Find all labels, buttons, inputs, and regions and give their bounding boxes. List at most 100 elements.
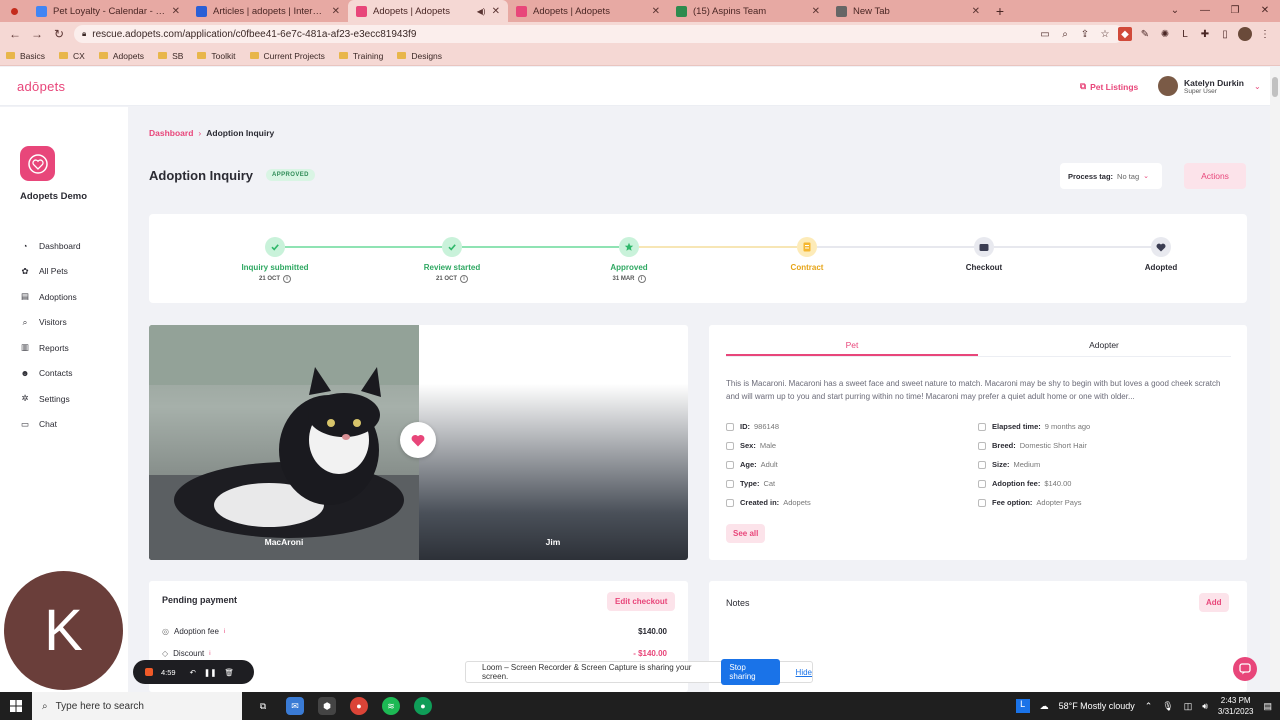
step-approved: Approved 31 MAR i — [559, 237, 699, 283]
bookmark-folder[interactable]: SB — [158, 51, 183, 61]
bookmark-folder[interactable]: Basics — [6, 51, 45, 61]
folder-icon — [59, 52, 69, 59]
close-tab-icon[interactable]: ✕ — [172, 6, 180, 17]
cast-icon[interactable]: ▭ — [1038, 27, 1052, 41]
bookmark-folder[interactable]: Adopets — [98, 51, 144, 61]
app-icon[interactable]: ✉ — [286, 697, 304, 715]
taskbar-search-input[interactable]: ⌕ Type here to search — [32, 692, 242, 720]
restore-icon[interactable]: ❐ — [1220, 0, 1250, 22]
sidebar-item-all-pets[interactable]: ✿ All Pets — [20, 259, 81, 285]
url-field[interactable]: 🔒︎ rescue.adopets.com/application/c0fbee… — [74, 25, 1124, 43]
share-icon[interactable]: ⇪ — [1078, 27, 1092, 41]
sidebar-item-dashboard[interactable]: ◔ Dashboard — [20, 233, 80, 259]
edit-checkout-button[interactable]: Edit checkout — [607, 592, 676, 611]
tab-adopter[interactable]: Adopter — [978, 337, 1230, 356]
browser-tab[interactable]: Adopets | Adopets ◀) ✕ — [348, 0, 508, 22]
sidebar-item-chat[interactable]: ▭ Chat — [20, 412, 81, 438]
stop-sharing-button[interactable]: Stop sharing — [721, 659, 780, 685]
chevron-up-icon[interactable]: ⌃ — [1145, 701, 1153, 712]
taskbar-clock[interactable]: 2:43 PM 3/31/2023 — [1218, 695, 1254, 717]
pet-listings-link[interactable]: ⧉ Pet Listings — [1080, 81, 1138, 92]
zoom-icon[interactable]: ⌕ — [1058, 27, 1072, 41]
sidebar-item-reports[interactable]: ▥ Reports — [20, 335, 81, 361]
extension-icon[interactable]: ◆ — [1118, 27, 1132, 41]
webcam-bubble[interactable]: K — [4, 571, 123, 690]
puzzle-icon[interactable]: ✚ — [1198, 27, 1212, 41]
app-icon[interactable]: L — [1015, 699, 1030, 713]
adopets-logo[interactable]: adōpets — [17, 79, 65, 94]
audio-icon[interactable]: ◀) — [477, 7, 486, 16]
browser-tab[interactable]: (15) Aspins Team ✕ — [668, 0, 828, 22]
pet-adopter-card: MacAroni Jim — [149, 325, 688, 560]
extension-icon[interactable]: ✺ — [1158, 27, 1172, 41]
info-icon[interactable]: i — [283, 275, 291, 283]
process-tag-dropdown[interactable]: Process tag: No tag ⌄ — [1060, 163, 1162, 189]
network-icon[interactable]: ◫ — [1184, 701, 1193, 712]
reload-icon[interactable]: ↻ — [48, 27, 70, 41]
forward-icon[interactable]: → — [26, 27, 48, 41]
profile-avatar-icon[interactable] — [1238, 27, 1252, 41]
browser-tab[interactable]: Pet Loyalty - Calendar - Week of ✕ — [28, 0, 188, 22]
browser-tab[interactable]: Adopets | Adopets ✕ — [508, 0, 668, 22]
browser-tab[interactable]: New Tab ✕ — [828, 0, 988, 22]
close-tab-icon[interactable]: ✕ — [332, 6, 340, 17]
chrome-icon[interactable]: ● — [350, 697, 368, 715]
spotify-icon[interactable]: ≋ — [382, 697, 400, 715]
pause-icon[interactable]: ❚❚ — [204, 668, 217, 677]
close-tab-icon[interactable]: ✕ — [972, 6, 980, 17]
hide-link[interactable]: Hide — [796, 668, 812, 677]
browser-tab[interactable]: Articles | adopets | Intercom ✕ — [188, 0, 348, 22]
scrollbar-thumb[interactable] — [1272, 77, 1278, 97]
volume-icon[interactable]: 🔊︎ — [1202, 701, 1208, 712]
undo-icon[interactable]: ↶ — [190, 668, 196, 677]
info-icon[interactable]: i — [224, 629, 225, 635]
tab-pet[interactable]: Pet — [726, 337, 978, 356]
close-tab-icon[interactable]: ✕ — [652, 6, 660, 17]
trash-icon[interactable]: 🗑︎ — [224, 668, 234, 677]
breadcrumb-dashboard[interactable]: Dashboard — [149, 128, 193, 138]
bookmark-star-icon[interactable]: ☆ — [1098, 27, 1112, 41]
close-window-icon[interactable]: ✕ — [1250, 0, 1280, 22]
minimize-icon[interactable]: — — [1190, 0, 1220, 22]
microphone-icon[interactable]: 🎙︎ — [1162, 701, 1173, 712]
pet-photo[interactable] — [149, 325, 419, 560]
new-tab-button[interactable]: + — [988, 3, 1012, 19]
user-menu[interactable]: Katelyn Durkin Super User ⌄ — [1158, 76, 1261, 96]
notifications-icon[interactable]: ▤ — [1263, 701, 1272, 712]
page-scrollbar[interactable] — [1270, 67, 1280, 692]
bookmark-folder[interactable]: Toolkit — [197, 51, 236, 61]
close-tab-icon[interactable]: ✕ — [812, 6, 820, 17]
add-note-button[interactable]: Add — [1199, 593, 1229, 612]
see-all-button[interactable]: See all — [726, 524, 766, 543]
sidebar-item-visitors[interactable]: ⌕ Visitors — [20, 310, 81, 336]
sidebar-item-label: Reports — [39, 342, 69, 353]
weather-text[interactable]: 58°F Mostly cloudy — [1059, 701, 1135, 711]
actions-button[interactable]: Actions — [1184, 163, 1246, 189]
record-stop-icon[interactable] — [145, 668, 153, 676]
info-icon[interactable]: i — [637, 275, 646, 283]
back-icon[interactable]: ← — [4, 27, 26, 41]
bookmark-folder[interactable]: Current Projects — [249, 51, 325, 61]
bookmark-folder[interactable]: Designs — [397, 51, 442, 61]
bookmark-folder[interactable]: Training — [338, 51, 383, 61]
pet-attributes: ID: 986148 Elapsed time: 9 months ago Sex: Ma… — [726, 417, 1231, 512]
extension-icon[interactable]: L — [1178, 27, 1192, 41]
favorite-heart-button[interactable] — [400, 422, 436, 458]
sidebar-item-contacts[interactable]: ☻ Contacts — [20, 361, 81, 387]
chrome-icon[interactable]: ● — [414, 697, 432, 715]
bookmark-folder[interactable]: CX — [59, 51, 85, 61]
windows-start-icon[interactable] — [0, 692, 32, 720]
info-icon[interactable]: i — [460, 275, 468, 283]
close-tab-icon[interactable]: ✕ — [492, 6, 500, 17]
info-icon[interactable]: i — [209, 651, 210, 657]
sidebar-item-adoptions[interactable]: ▤ Adoptions — [20, 284, 81, 310]
tab-search-icon[interactable]: ⌄ — [1160, 0, 1190, 22]
sidebar-item-settings[interactable]: ✲ Settings — [20, 386, 81, 412]
app-icon[interactable]: ⬢ — [318, 697, 336, 715]
extension-icon[interactable]: ✎ — [1138, 27, 1152, 41]
chat-launcher-button[interactable] — [1233, 657, 1257, 681]
menu-kebab-icon[interactable]: ⋮ — [1258, 27, 1272, 41]
sidepanel-icon[interactable]: ▯ — [1218, 27, 1232, 41]
task-view-icon[interactable]: ⧉ — [254, 697, 272, 715]
attribute-value: Adopets — [783, 498, 811, 507]
